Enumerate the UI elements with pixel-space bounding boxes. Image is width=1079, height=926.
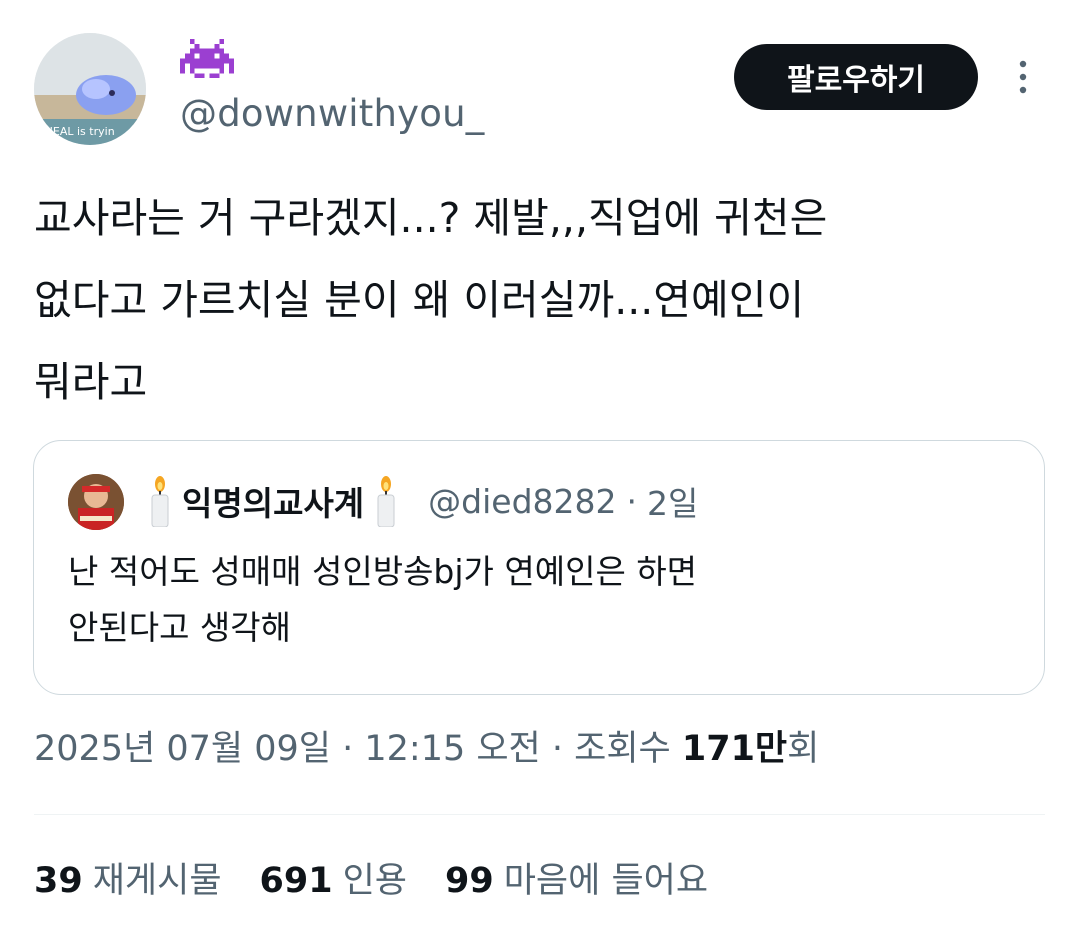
stat-label: 인용 <box>342 861 407 901</box>
view-count: 171만 <box>681 729 788 769</box>
divider <box>34 814 1045 815</box>
follow-button[interactable]: 팔로우하기 <box>734 44 978 110</box>
quoted-text: 난 적어도 성매매 성인방송bj가 연예인은 하면 안된다고 생각해 <box>68 544 697 656</box>
quoted-timestamp[interactable]: 2일 <box>647 477 698 525</box>
view-count-suffix: 회 <box>787 729 820 769</box>
avatar-caption: PHEAL is tryin <box>38 125 115 138</box>
quoted-header: 익명의교사계 @died8282 · 2일 <box>146 471 698 531</box>
stat-number: 99 <box>445 861 494 901</box>
quoted-handle[interactable]: @died8282 <box>428 482 616 521</box>
candle-icon <box>377 476 395 527</box>
quoted-avatar-image <box>68 474 124 530</box>
tweet-line: 없다고 가르치실 분이 왜 이러실까...연예인이 <box>34 276 805 324</box>
likes-stat[interactable]: 99 마음에 들어요 <box>445 852 708 903</box>
author-handle[interactable]: @downwithyou_ <box>180 92 484 135</box>
quoted-display-name[interactable]: 익명의교사계 <box>182 477 364 525</box>
engagement-stats: 39 재게시물 691 인용 99 마음에 들어요 <box>34 852 708 903</box>
tweet-meta: 2025년 07월 09일 · 12:15 오전 · 조회수 171만회 <box>34 720 819 771</box>
stat-label: 마음에 들어요 <box>503 861 709 901</box>
reposts-stat[interactable]: 39 재게시물 <box>34 852 222 903</box>
candle-icon <box>151 476 169 527</box>
quoted-line: 난 적어도 성매매 성인방송bj가 연예인은 하면 <box>68 552 698 591</box>
separator-dot: · <box>626 481 638 521</box>
quoted-line: 안된다고 생각해 <box>68 608 292 647</box>
avatar[interactable]: PHEAL is tryin <box>34 33 146 145</box>
tweet-line: 뭐라고 <box>34 358 148 406</box>
stat-label: 재게시물 <box>92 861 222 901</box>
stat-number: 691 <box>259 861 333 901</box>
quoted-tweet[interactable]: 익명의교사계 @died8282 · 2일 난 적어도 성매매 성인방송bj가 … <box>33 440 1045 695</box>
tweet-text: 교사라는 거 구라겠지...? 제발,,,직업에 귀천은 없다고 가르치실 분이… <box>34 177 1044 423</box>
tweet-line: 교사라는 거 구라겠지...? 제발,,,직업에 귀천은 <box>34 194 828 242</box>
stat-number: 39 <box>34 861 83 901</box>
quoted-avatar[interactable] <box>68 474 124 530</box>
space-invader-icon <box>180 38 234 79</box>
avatar-image: PHEAL is tryin <box>34 33 146 145</box>
tweet-datetime[interactable]: 2025년 07월 09일 · 12:15 오전 · 조회수 <box>34 729 682 769</box>
quotes-stat[interactable]: 691 인용 <box>260 852 407 903</box>
more-vertical-icon[interactable] <box>1009 58 1037 98</box>
